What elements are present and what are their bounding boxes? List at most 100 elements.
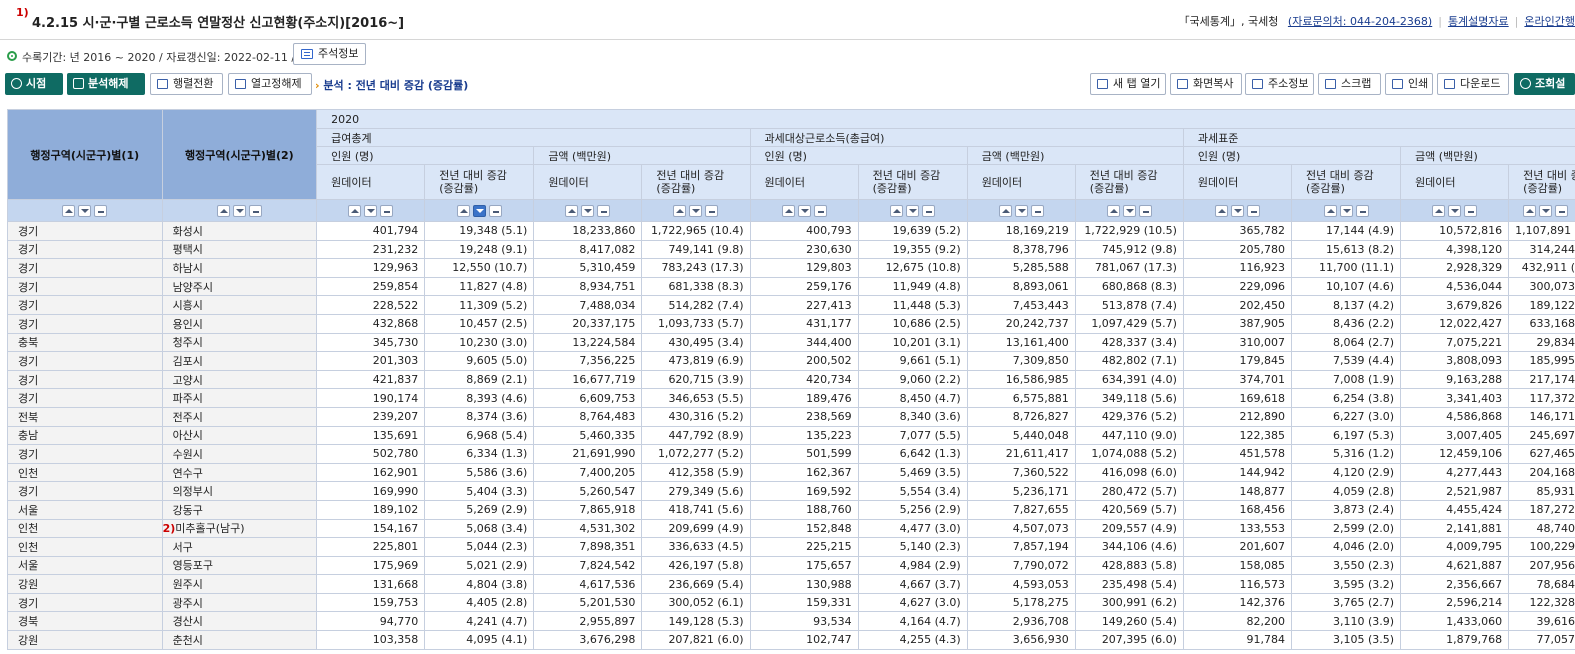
value-cell: 3,105 (3.5) xyxy=(1290,630,1402,650)
sort-ascending-icon[interactable] xyxy=(890,205,904,217)
transpose-button[interactable]: 행렬전환 xyxy=(150,73,223,95)
query-settings-button[interactable]: 조회설 xyxy=(1514,73,1575,95)
sort-descending-icon[interactable] xyxy=(1538,205,1552,217)
title-links: 「국세통계」, 국세청 (자료문의처: 044-204-2368) | 통계설명자료… xyxy=(1178,15,1575,28)
dim2-header[interactable]: 행정구역(시군구)별(2) xyxy=(161,109,318,200)
value-cell: 4,255 (4.3) xyxy=(857,630,968,650)
sort-ascending-icon[interactable] xyxy=(1323,205,1337,217)
region-cell: 경기 xyxy=(7,258,163,278)
sort-ascending-icon[interactable] xyxy=(62,205,76,217)
value-cell: 17,144 (4.9) xyxy=(1290,221,1402,241)
collapse-icon[interactable] xyxy=(705,205,719,217)
footnote-marker[interactable]: 2) xyxy=(163,522,175,535)
sort-ascending-icon[interactable] xyxy=(216,205,230,217)
title-footnote-marker[interactable]: 1) xyxy=(16,6,29,19)
screen-copy-button[interactable]: 화면복사 xyxy=(1170,73,1242,95)
collapse-icon[interactable] xyxy=(1138,205,1152,217)
collapse-icon[interactable] xyxy=(94,205,108,217)
collapse-icon[interactable] xyxy=(597,205,611,217)
transpose-label: 행렬전환 xyxy=(173,77,214,90)
time-point-button[interactable]: 시점 xyxy=(5,73,63,95)
value-cell: 4,621,887 xyxy=(1400,555,1510,576)
region-cell: 충남 xyxy=(7,425,163,446)
collapse-icon[interactable] xyxy=(488,205,502,217)
sort-descending-icon[interactable] xyxy=(797,205,811,217)
sort-descending-icon[interactable] xyxy=(581,205,595,217)
sort-ascending-icon[interactable] xyxy=(456,205,470,217)
value-cell: 620,715 (3.9) xyxy=(641,369,751,390)
value-cell: 152,848 xyxy=(749,518,859,539)
footnote-info-button[interactable]: 주석정보 xyxy=(293,43,367,65)
contact-link[interactable]: (자료문의처: 044-204-2368) xyxy=(1288,15,1432,28)
sort-descending-icon[interactable] xyxy=(232,205,246,217)
title-bar: 1) 4.2.15 시·군·구별 근로소득 연말정산 신고현황(주소지)[201… xyxy=(0,0,1575,40)
sort-descending-icon[interactable] xyxy=(472,205,486,217)
year-header: 2020 xyxy=(316,109,1575,129)
value-cell: 4,477 (3.0) xyxy=(857,518,968,539)
collapse-icon[interactable] xyxy=(922,205,936,217)
collapse-icon[interactable] xyxy=(1030,205,1044,217)
table-row: 경기 남양주시 259,854 11,827 (4.8) 8,934,751 681,33… xyxy=(7,276,1575,297)
sort-ascending-icon[interactable] xyxy=(1214,205,1228,217)
sort-ascending-icon[interactable] xyxy=(1106,205,1120,217)
group-header: 급여총계 xyxy=(316,128,751,147)
collapse-icon[interactable] xyxy=(380,205,394,217)
new-tab-button[interactable]: 새 탭 열기 xyxy=(1090,73,1166,95)
value-cell: 204,168 xyxy=(1508,462,1575,483)
value-cell: 21,611,417 xyxy=(966,444,1076,464)
online-pub-link[interactable]: 온라인간행 xyxy=(1524,15,1575,28)
sort-descending-icon[interactable] xyxy=(1122,205,1136,217)
district-cell: 의정부시 xyxy=(161,481,318,501)
collapse-icon[interactable] xyxy=(1464,205,1478,217)
table-row: 경기 파주시 190,174 8,393 (4.6) 6,609,753 346,653 … xyxy=(7,388,1575,408)
sub-header: 금액 (백만원) xyxy=(1400,146,1575,165)
scrap-button[interactable]: 스크랩 xyxy=(1318,73,1381,95)
collapse-icon[interactable] xyxy=(1355,205,1369,217)
sort-descending-icon[interactable] xyxy=(364,205,378,217)
value-cell: 188,760 xyxy=(749,499,859,520)
value-cell: 20,242,737 xyxy=(966,313,1076,334)
sort-descending-icon[interactable] xyxy=(1014,205,1028,217)
sort-descending-icon[interactable] xyxy=(1230,205,1244,217)
sort-ascending-icon[interactable] xyxy=(781,205,795,217)
value-cell: 7,790,072 xyxy=(966,555,1076,576)
value-cell: 349,118 (5.6) xyxy=(1074,388,1184,408)
print-button[interactable]: 인쇄 xyxy=(1385,73,1433,95)
value-cell: 7,309,850 xyxy=(966,351,1076,371)
region-cell: 경기 xyxy=(7,221,163,241)
value-cell: 7,360,522 xyxy=(966,462,1076,483)
dim1-header[interactable]: 행정구역(시군구)별(1) xyxy=(7,109,163,200)
collapse-icon[interactable] xyxy=(1246,205,1260,217)
sort-descending-icon[interactable] xyxy=(689,205,703,217)
value-cell: 103,358 xyxy=(316,630,426,650)
value-cell: 428,883 (5.8) xyxy=(1074,555,1184,576)
sort-ascending-icon[interactable] xyxy=(673,205,687,217)
sort-descending-icon[interactable] xyxy=(906,205,920,217)
sort-ascending-icon[interactable] xyxy=(1432,205,1446,217)
download-button[interactable]: 다운로드 xyxy=(1437,73,1509,95)
collapse-icon[interactable] xyxy=(1554,205,1568,217)
analysis-off-button[interactable]: 분석해제 xyxy=(67,73,145,95)
sort-descending-icon[interactable] xyxy=(78,205,92,217)
value-cell: 4,531,302 xyxy=(533,518,643,539)
sort-ascending-icon[interactable] xyxy=(348,205,362,217)
value-cell: 4,586,868 xyxy=(1400,406,1510,427)
sort-ascending-icon[interactable] xyxy=(1522,205,1536,217)
analysis-off-label: 분석해제 xyxy=(88,77,129,90)
value-cell: 212,890 xyxy=(1182,406,1292,427)
sort-ascending-icon[interactable] xyxy=(565,205,579,217)
collapse-icon[interactable] xyxy=(813,205,827,217)
value-cell: 207,821 (6.0) xyxy=(641,630,751,650)
value-cell: 2,599 (2.0) xyxy=(1290,518,1402,539)
sort-descending-icon[interactable] xyxy=(1339,205,1353,217)
value-cell: 201,303 xyxy=(316,351,426,371)
unfreeze-columns-button[interactable]: 열고정해제 xyxy=(228,73,312,95)
value-cell: 1,879,768 xyxy=(1400,630,1510,650)
stat-desc-link[interactable]: 통계설명자료 xyxy=(1448,15,1509,28)
url-info-button[interactable]: 주소정보 xyxy=(1245,73,1314,95)
value-cell: 12,675 (10.8) xyxy=(857,258,968,278)
collapse-icon[interactable] xyxy=(248,205,262,217)
leaf-header-change: 전년 대비 증감 (증감률) xyxy=(641,164,751,200)
sort-descending-icon[interactable] xyxy=(1448,205,1462,217)
sort-ascending-icon[interactable] xyxy=(998,205,1012,217)
